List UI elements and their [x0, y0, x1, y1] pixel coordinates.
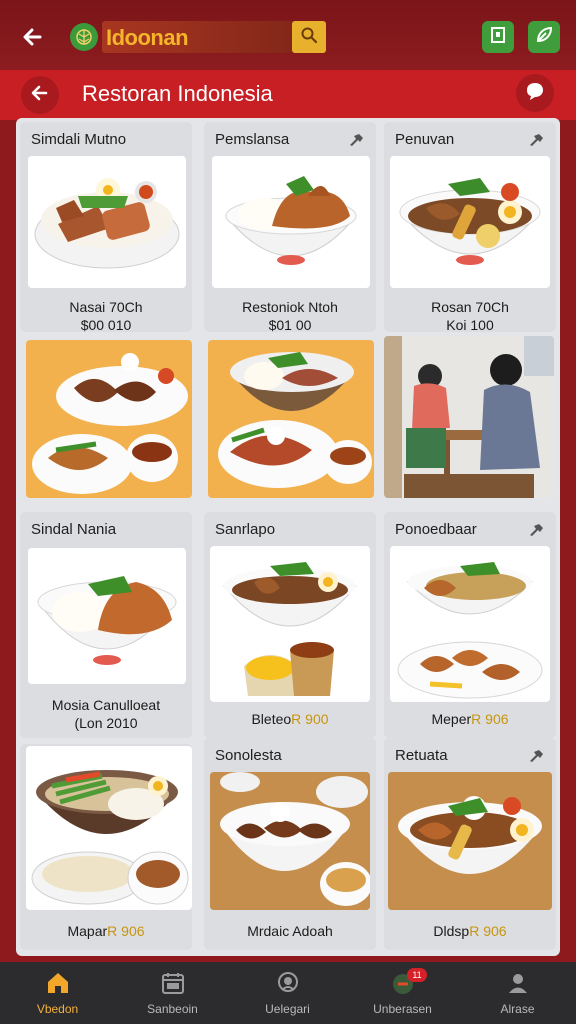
- card-title: Sanrlapo: [215, 520, 276, 538]
- dish-price: $01 00: [268, 317, 312, 332]
- dish-name: MaparR 906: [67, 923, 145, 939]
- page-header: Restoran Indonesia: [0, 70, 576, 120]
- card-title: Ponoedbaar: [384, 512, 556, 546]
- dish-price: Koi 100: [446, 317, 494, 332]
- restaurant-grid: Simdali Mutno Nasai 70Ch $00 010 Pemslan…: [16, 118, 560, 956]
- card-title: Sindal Nania: [31, 520, 117, 538]
- pin-icon[interactable]: [528, 523, 544, 541]
- dish-price: $00 010: [80, 317, 132, 332]
- search-button[interactable]: [292, 21, 326, 53]
- dish-name: Nasai 70Ch: [69, 299, 143, 315]
- food-card[interactable]: MaparR 906: [20, 744, 192, 950]
- pin-icon[interactable]: [348, 133, 364, 151]
- page-back-button[interactable]: [21, 76, 59, 114]
- nav-item-notifications[interactable]: 11 Unberasen: [345, 962, 460, 1024]
- pin-icon[interactable]: [528, 133, 544, 151]
- brand-search-bar[interactable]: Idoonan: [102, 21, 326, 53]
- dish-price: R 906: [107, 923, 145, 939]
- card-title: Pemslansa: [204, 122, 376, 156]
- food-card[interactable]: Sonolesta Mrdaic Adoah: [204, 738, 376, 950]
- nav-item-schedule[interactable]: Sanbeoin: [115, 962, 230, 1024]
- chef-icon: [275, 970, 301, 996]
- dish-photo[interactable]: [26, 340, 192, 498]
- dish-name: Mosia Canulloeat: [51, 697, 161, 713]
- dish-price: R 906: [471, 711, 509, 727]
- notification-badge: 11: [407, 968, 427, 982]
- dish-image: [390, 546, 550, 702]
- home-icon: [45, 970, 71, 996]
- dish-image: [26, 746, 192, 910]
- frame-icon: [489, 26, 507, 49]
- chat-bubble-icon: [524, 80, 546, 107]
- card-title: Penuvan: [384, 122, 556, 156]
- food-card[interactable]: Sindal Nania Mosia Canulloeat (Lon 2010: [20, 512, 192, 738]
- card-title: Simdali Mutno: [31, 130, 127, 148]
- food-card[interactable]: Ponoedbaar MeperR 906: [384, 512, 556, 738]
- dish-name: Mrdaic Adoah: [247, 923, 333, 939]
- card-title: Sonolesta: [215, 746, 282, 764]
- nav-item-chef[interactable]: Uelegari: [230, 962, 345, 1024]
- page-title: Restoran Indonesia: [82, 81, 273, 106]
- dish-image: [390, 156, 550, 288]
- dish-name: Restoniok Ntoh: [242, 299, 338, 315]
- top-app-bar: Idoonan: [0, 0, 576, 70]
- leaf-button[interactable]: [528, 21, 560, 53]
- dish-name: BleteoR 900: [251, 711, 329, 727]
- frame-button[interactable]: [482, 21, 514, 53]
- bottom-navigation: Vbedon Sanbeoin Uelegari 11 Unberasen Al…: [0, 962, 576, 1024]
- dish-image: [28, 156, 186, 288]
- dish-price: R 906: [469, 923, 507, 939]
- dish-name: Rosan 70Ch: [431, 299, 509, 315]
- dish-image: [210, 772, 370, 910]
- nav-item-home[interactable]: Vbedon: [0, 962, 115, 1024]
- dish-image: [210, 546, 370, 702]
- calendar-icon: [160, 970, 186, 996]
- dish-price: (Lon 2010: [74, 715, 138, 731]
- back-arrow-icon: [29, 82, 51, 109]
- chat-button[interactable]: [516, 74, 554, 112]
- dish-price: R 900: [291, 711, 329, 727]
- card-title: Retuata: [384, 738, 556, 772]
- search-icon: [300, 26, 318, 49]
- restaurant-photo[interactable]: [384, 336, 554, 498]
- dish-image: [388, 772, 552, 910]
- food-card[interactable]: Pemslansa Restoniok Ntoh $01 00: [204, 122, 376, 332]
- profile-icon: [505, 970, 531, 996]
- back-arrow-icon[interactable]: [18, 22, 48, 52]
- food-card[interactable]: Penuvan Rosan 70Ch Koi 100: [384, 122, 556, 332]
- dish-name: DldspR 906: [433, 923, 507, 939]
- food-card[interactable]: Sanrlapo BleteoR 900: [204, 512, 376, 738]
- leaf-logo-icon: [70, 23, 98, 51]
- food-card[interactable]: Retuata DldspR 906: [384, 738, 556, 950]
- brand-name: Idoonan: [106, 25, 189, 50]
- nav-item-profile[interactable]: Alrase: [460, 962, 575, 1024]
- dish-image: [212, 156, 370, 288]
- food-card[interactable]: Simdali Mutno Nasai 70Ch $00 010: [20, 122, 192, 332]
- dish-image: [28, 548, 186, 684]
- leaf-icon: [534, 25, 554, 50]
- dish-name: MeperR 906: [431, 711, 509, 727]
- dish-photo[interactable]: [208, 340, 374, 498]
- pin-icon[interactable]: [528, 749, 544, 767]
